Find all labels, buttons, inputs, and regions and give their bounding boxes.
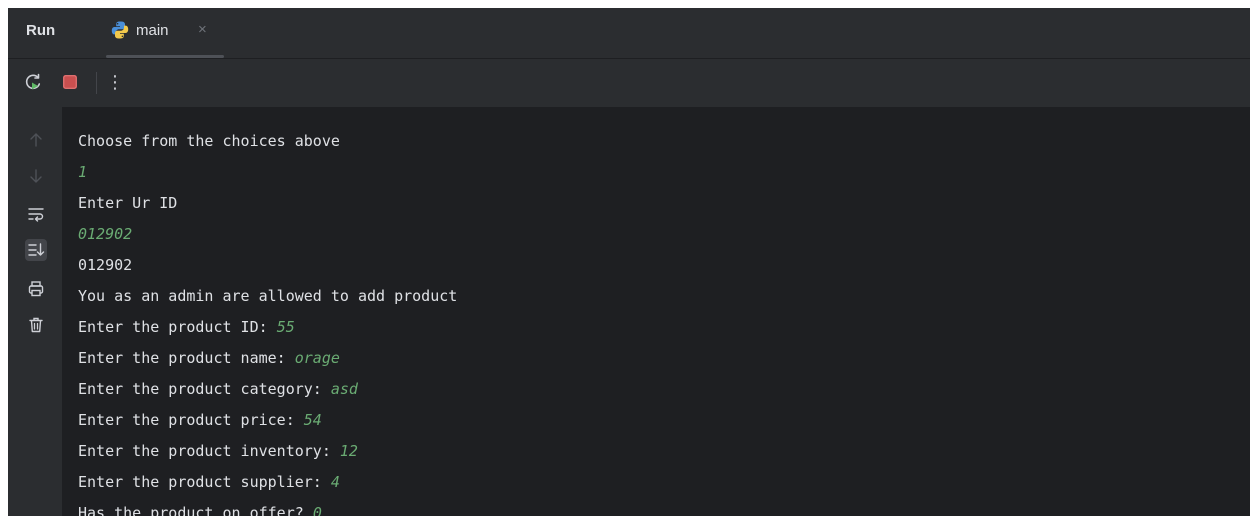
tab-main-label: main: [136, 22, 169, 39]
console-user-input: asd: [330, 380, 358, 398]
run-tab-bar: Run main ×: [8, 8, 1250, 59]
console-line: Enter the product price: 54: [78, 405, 1250, 436]
soft-wrap-icon[interactable]: [25, 203, 47, 225]
console-output-text: Enter the product name:: [78, 349, 295, 367]
console-user-input: 012902: [78, 225, 133, 243]
console-line: Has the product on offer? 0: [78, 498, 1250, 516]
console-user-input: 55: [276, 318, 295, 336]
console-line: Enter the product ID: 55: [78, 312, 1250, 343]
trash-icon[interactable]: [25, 314, 47, 336]
console-line: You as an admin are allowed to add produ…: [78, 281, 1250, 312]
scroll-to-end-icon[interactable]: [25, 239, 47, 261]
run-title: Run: [26, 22, 56, 39]
python-icon: [110, 20, 130, 40]
console-line: Enter the product inventory: 12: [78, 436, 1250, 467]
console-user-input: 12: [339, 442, 358, 460]
print-icon[interactable]: [25, 278, 47, 300]
console-user-input: orage: [294, 349, 340, 367]
console-side-toolbar: [8, 107, 62, 516]
console-user-input: 0: [312, 504, 322, 516]
console-line: Choose from the choices above: [78, 126, 1250, 157]
console-output-text: Enter the product supplier:: [78, 473, 331, 491]
console-user-input: 4: [330, 473, 340, 491]
stop-icon: [63, 75, 77, 89]
console-line: Enter Ur ID: [78, 188, 1250, 219]
console-user-input: 54: [303, 411, 322, 429]
console-output-text: You as an admin are allowed to add produ…: [78, 287, 458, 305]
active-tab-indicator: [106, 55, 224, 58]
run-toolbar: ⋮: [8, 59, 1250, 107]
console-output-text: Has the product on offer?: [78, 504, 313, 516]
console-output-text: Choose from the choices above: [78, 132, 340, 150]
console-output-text: Enter the product price:: [78, 411, 304, 429]
console-line: Enter the product name: orage: [78, 343, 1250, 374]
toolbar-separator: [96, 72, 97, 94]
rerun-icon: [25, 73, 41, 90]
console-output[interactable]: Choose from the choices above 1 Enter Ur I…: [78, 126, 1250, 516]
more-options-button[interactable]: ⋮: [104, 71, 126, 93]
tab-main[interactable]: main ×: [106, 8, 224, 58]
console-output-text: Enter Ur ID: [78, 194, 178, 212]
console-user-input: 1: [78, 163, 88, 181]
tab-close-icon[interactable]: ×: [198, 21, 207, 38]
console-line: Enter the product category: asd: [78, 374, 1250, 405]
arrow-up-icon[interactable]: [25, 129, 47, 151]
console-output-text: Enter the product ID:: [78, 318, 277, 336]
console-line: 1: [78, 157, 1250, 188]
console-line: 012902: [78, 250, 1250, 281]
rerun-button[interactable]: [22, 71, 44, 93]
console-output-text: Enter the product inventory:: [78, 442, 340, 460]
console-line: Enter the product supplier: 4: [78, 467, 1250, 498]
arrow-down-icon[interactable]: [25, 165, 47, 187]
console-output-text: 012902: [78, 256, 133, 274]
console-line: 012902: [78, 219, 1250, 250]
stop-button[interactable]: [59, 71, 81, 93]
console-output-text: Enter the product category:: [78, 380, 331, 398]
run-tool-window: Run main × ⋮ Choose from the choices abo…: [8, 8, 1250, 516]
